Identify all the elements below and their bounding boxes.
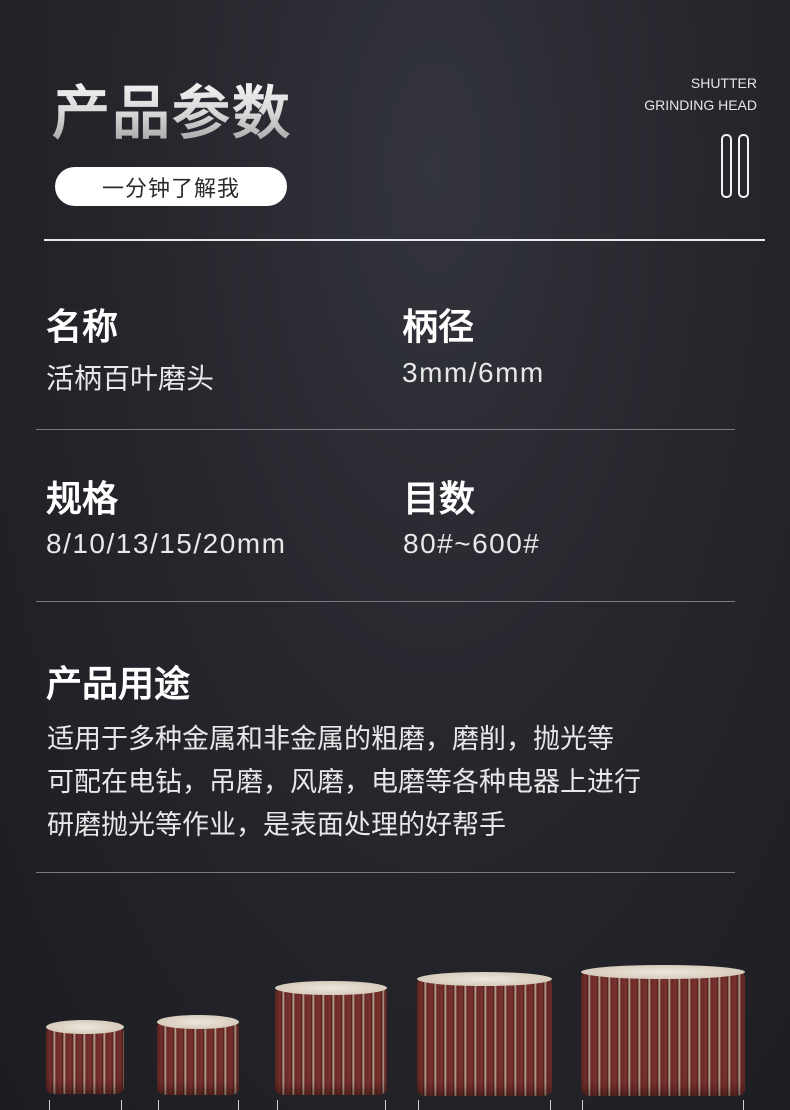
usage-line-3: 研磨抛光等作业，是表面处理的好帮手 — [47, 810, 506, 841]
flap-wheel-20mm — [581, 965, 745, 1096]
usage-label: 产品用途 — [46, 664, 191, 705]
name-label: 名称 — [46, 307, 119, 348]
flap-wheel-10mm — [157, 1015, 239, 1095]
usage-line-2: 可配在电钻，吊磨，风磨，电磨等各种电器上进行 — [47, 767, 641, 798]
double-bar-icon — [721, 134, 751, 198]
english-subtitle: SHUTTER GRINDING HEAD — [644, 72, 757, 116]
tick — [582, 1100, 583, 1110]
row-divider-1 — [36, 429, 735, 430]
english-subtitle-line2: GRINDING HEAD — [644, 97, 757, 113]
spec-label: 规格 — [46, 479, 119, 520]
grit-value: 80#~600# — [403, 528, 541, 559]
tick — [238, 1100, 239, 1110]
usage-text: 适用于多种金属和非金属的粗磨，磨削，抛光等 可配在电钻，吊磨，风磨，电磨等各种电… — [47, 718, 747, 847]
spec-value: 8/10/13/15/20mm — [46, 528, 287, 559]
header-divider — [44, 239, 765, 241]
tick — [743, 1100, 744, 1110]
row-divider-2 — [36, 601, 735, 602]
flap-wheel-13mm — [275, 981, 387, 1095]
intro-pill: 一分钟了解我 — [55, 167, 287, 206]
tick — [550, 1100, 551, 1110]
grit-label: 目数 — [403, 479, 476, 520]
usage-divider — [36, 872, 735, 873]
usage-line-1: 适用于多种金属和非金属的粗磨，磨削，抛光等 — [47, 724, 614, 755]
bar-left — [721, 134, 732, 198]
flap-wheel-15mm — [417, 972, 552, 1096]
name-value: 活柄百叶磨头 — [46, 362, 215, 395]
tick — [418, 1100, 419, 1110]
tick — [49, 1100, 50, 1110]
tick — [121, 1100, 122, 1110]
bar-right — [738, 134, 749, 198]
tick — [385, 1100, 386, 1110]
shank-label: 柄径 — [402, 307, 475, 348]
tick — [277, 1100, 278, 1110]
flap-wheel-8mm — [46, 1020, 124, 1094]
tick — [158, 1100, 159, 1110]
page-title: 产品参数 — [52, 66, 292, 150]
shank-value: 3mm/6mm — [402, 357, 545, 388]
english-subtitle-line1: SHUTTER — [690, 75, 757, 91]
